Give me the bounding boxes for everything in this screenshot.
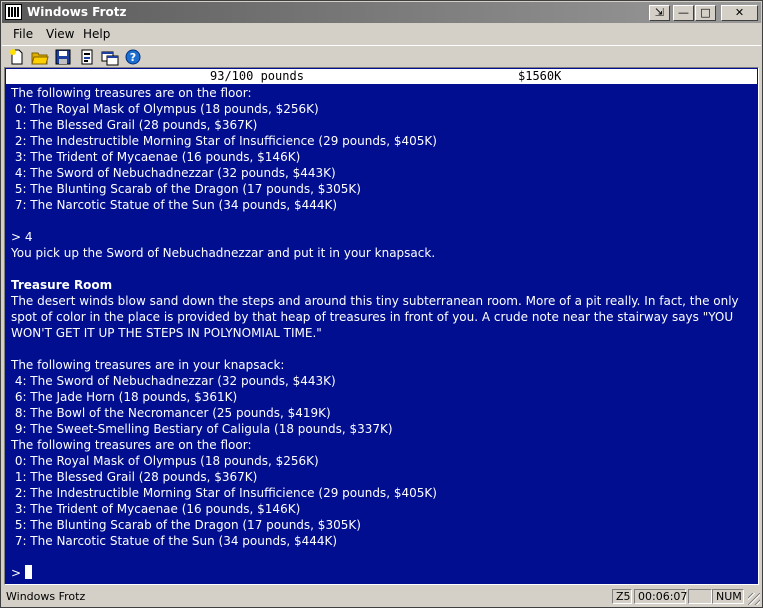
statusbar-app-name: Windows Frotz bbox=[6, 590, 86, 603]
toolbar: ? bbox=[2, 45, 761, 68]
open-icon[interactable] bbox=[31, 48, 49, 66]
floor-item: 2: The Indestructible Morning Star of In… bbox=[11, 486, 437, 500]
help-icon[interactable]: ? bbox=[124, 48, 142, 66]
room-name: Treasure Room bbox=[11, 278, 113, 292]
window-title: Windows Frotz bbox=[27, 5, 127, 19]
knapsack-item: 8: The Bowl of the Necromancer (25 pound… bbox=[11, 406, 331, 420]
statusbar-caps bbox=[688, 589, 712, 604]
svg-text:?: ? bbox=[130, 51, 136, 64]
weight-status: 93/100 pounds bbox=[210, 69, 304, 83]
options-icon[interactable] bbox=[78, 48, 96, 66]
room-description: The desert winds blow sand down the step… bbox=[11, 294, 739, 340]
close-button[interactable]: ✕ bbox=[721, 5, 758, 21]
maximize-button[interactable]: □ bbox=[695, 5, 716, 21]
app-icon[interactable] bbox=[5, 4, 22, 20]
command-prompt[interactable]: > bbox=[11, 565, 755, 581]
floor-item: 5: The Blunting Scarab of the Dragon (17… bbox=[11, 518, 361, 532]
prompt-symbol: > bbox=[11, 566, 25, 580]
menu-help[interactable]: Help bbox=[83, 26, 110, 42]
statusbar-time: 00:06:07 bbox=[634, 589, 687, 604]
menu-view[interactable]: View bbox=[46, 26, 74, 42]
floor-item: 2: The Indestructible Morning Star of In… bbox=[11, 134, 437, 148]
save-icon[interactable] bbox=[54, 48, 72, 66]
knapsack-item: 4: The Sword of Nebuchadnezzar (32 pound… bbox=[11, 374, 336, 388]
knapsack-item: 9: The Sweet-Smelling Bestiary of Caligu… bbox=[11, 422, 393, 436]
floor-item: 0: The Royal Mask of Olympus (18 pounds,… bbox=[11, 454, 319, 468]
window-icon[interactable] bbox=[101, 48, 119, 66]
menu-bar: File View Help bbox=[2, 24, 761, 44]
app-window: Windows Frotz ⇲ — □ ✕ File View Help ? 9… bbox=[0, 0, 763, 608]
knapsack-header: The following treasures are in your knap… bbox=[11, 358, 285, 372]
player-command: > 4 bbox=[11, 230, 33, 244]
money-status: $1560K bbox=[518, 69, 562, 83]
floor-item: 7: The Narcotic Statue of the Sun (34 po… bbox=[11, 198, 338, 212]
restore-button[interactable]: ⇲ bbox=[649, 5, 670, 21]
statusbar-version: Z5 bbox=[612, 589, 632, 604]
transcript: The following treasures are on the floor… bbox=[11, 85, 755, 581]
menu-file[interactable]: File bbox=[13, 26, 33, 42]
floor-header: The following treasures are on the floor… bbox=[11, 86, 252, 100]
game-response: You pick up the Sword of Nebuchadnezzar … bbox=[11, 246, 436, 260]
floor-item: 3: The Trident of Mycaenae (16 pounds, $… bbox=[11, 150, 301, 164]
floor-item: 7: The Narcotic Statue of the Sun (34 po… bbox=[11, 534, 338, 548]
status-line: 93/100 pounds $1560K bbox=[6, 69, 757, 84]
minimize-button[interactable]: — bbox=[673, 5, 694, 21]
floor-item: 0: The Royal Mask of Olympus (18 pounds,… bbox=[11, 102, 319, 116]
floor-item: 3: The Trident of Mycaenae (16 pounds, $… bbox=[11, 502, 301, 516]
text-cursor bbox=[24, 565, 32, 579]
floor-item: 1: The Blessed Grail (28 pounds, $367K) bbox=[11, 118, 258, 132]
game-text-area[interactable]: 93/100 pounds $1560K The following treas… bbox=[4, 67, 759, 585]
resize-grip[interactable] bbox=[748, 593, 760, 605]
statusbar-num: NUM bbox=[712, 589, 744, 604]
status-bar: Windows Frotz Z5 00:06:07 NUM bbox=[2, 587, 761, 606]
title-bar[interactable]: Windows Frotz ⇲ — □ ✕ bbox=[2, 2, 761, 23]
new-icon[interactable] bbox=[8, 48, 26, 66]
floor-item: 1: The Blessed Grail (28 pounds, $367K) bbox=[11, 470, 258, 484]
floor-item: 4: The Sword of Nebuchadnezzar (32 pound… bbox=[11, 166, 336, 180]
floor-item: 5: The Blunting Scarab of the Dragon (17… bbox=[11, 182, 361, 196]
knapsack-item: 6: The Jade Horn (18 pounds, $361K) bbox=[11, 390, 238, 404]
floor-header: The following treasures are on the floor… bbox=[11, 438, 252, 452]
